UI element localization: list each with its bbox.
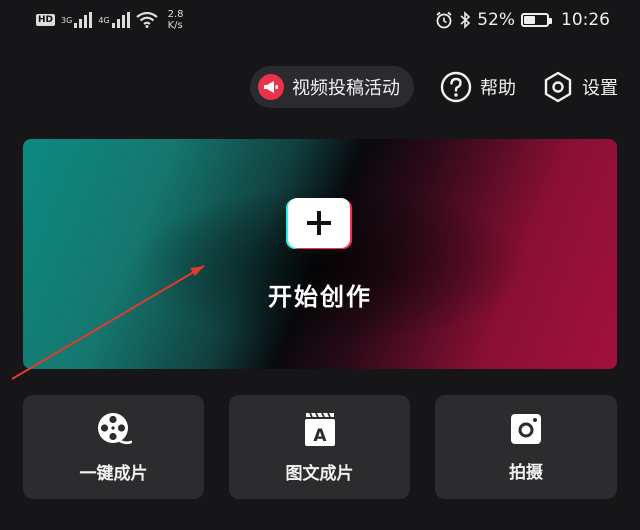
- clock-time: 10:26: [561, 10, 610, 30]
- status-bar: HD 3G 4G 2.8 K/s 52% 10:26: [0, 0, 640, 40]
- tile-label: 图文成片: [285, 463, 354, 484]
- video-submission-activity-button[interactable]: 视频投稿活动: [250, 66, 414, 108]
- shoot-tile[interactable]: 拍摄: [435, 395, 617, 499]
- battery-percent: 52%: [477, 10, 515, 30]
- one-click-video-tile[interactable]: 一键成片: [23, 395, 204, 499]
- network-4g-label: 4G: [98, 16, 110, 25]
- plus-icon-box: [288, 198, 350, 248]
- create-plus-button[interactable]: [286, 198, 352, 250]
- camera-icon: [511, 413, 541, 444]
- wifi-icon: [135, 12, 158, 28]
- speed-unit: K/s: [167, 20, 183, 31]
- svg-text:A: A: [313, 426, 327, 446]
- hero-shade: [23, 139, 617, 369]
- settings-hexagon-icon: [544, 71, 572, 103]
- megaphone-icon: [258, 74, 284, 100]
- hd-badge: HD: [36, 14, 56, 26]
- network-3g-label: 3G: [61, 16, 73, 25]
- start-creating-title: 开始创作: [268, 283, 372, 311]
- plus-icon: [307, 211, 331, 235]
- activity-label: 视频投稿活动: [292, 78, 400, 99]
- tile-label: 拍摄: [509, 462, 543, 483]
- image-text-video-tile[interactable]: A 图文成片: [229, 395, 410, 499]
- text-template-icon: A: [304, 412, 335, 446]
- bluetooth-icon: [460, 11, 471, 29]
- alarm-clock-icon: [436, 11, 452, 29]
- start-creating-card[interactable]: [23, 139, 617, 369]
- help-button[interactable]: 帮助: [440, 71, 516, 103]
- status-right: 52% 10:26: [435, 10, 610, 30]
- help-icon: [440, 71, 472, 103]
- speed-value: 2.8: [167, 9, 184, 20]
- battery-icon: [521, 13, 552, 27]
- top-actions: 视频投稿活动 帮助 设置: [250, 66, 618, 108]
- settings-label: 设置: [582, 78, 618, 99]
- signal-icon: [74, 12, 93, 28]
- signal-icon: [111, 12, 130, 28]
- tile-label: 一键成片: [79, 463, 148, 484]
- status-left: HD 3G 4G 2.8 K/s: [36, 9, 184, 31]
- battery-fill: [524, 16, 536, 24]
- help-label: 帮助: [480, 78, 516, 99]
- film-reel-icon: [97, 412, 132, 444]
- network-speed: 2.8 K/s: [168, 9, 184, 31]
- settings-button[interactable]: 设置: [542, 71, 618, 103]
